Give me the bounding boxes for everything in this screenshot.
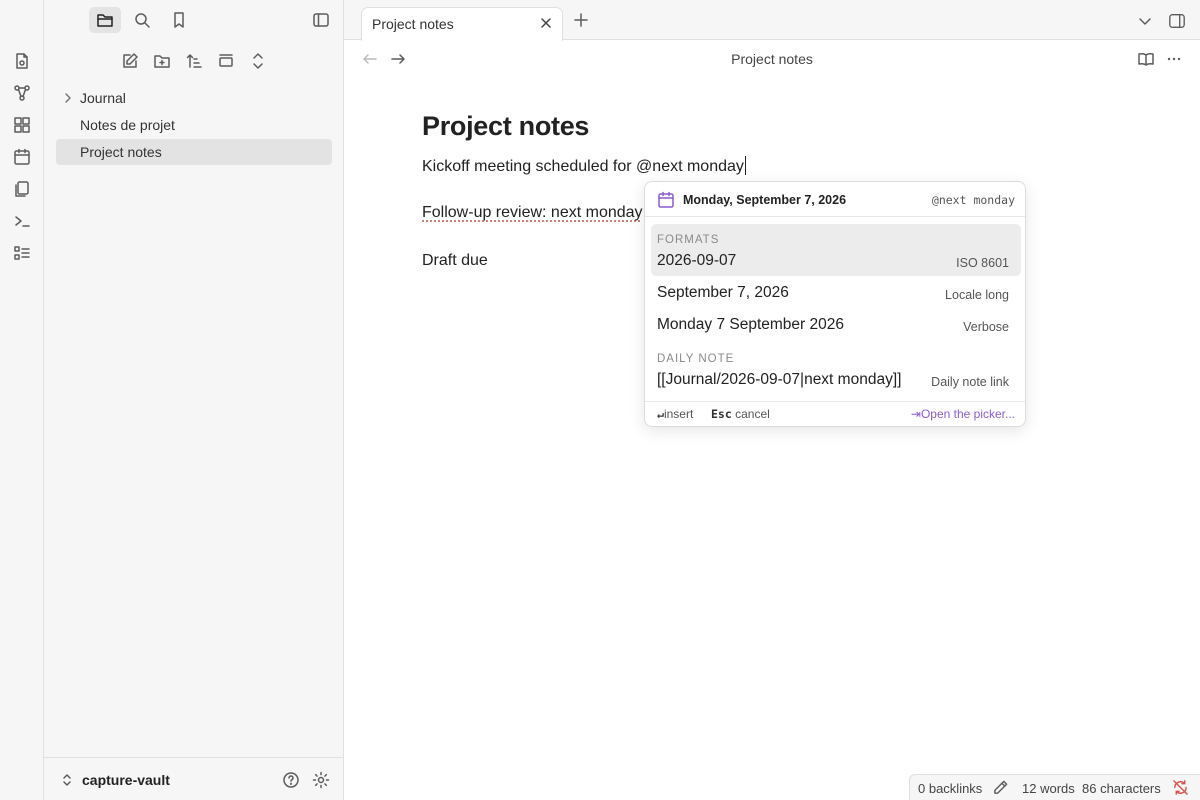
- typed-query: @next monday: [931, 193, 1015, 207]
- tab-title: Project notes: [372, 16, 454, 32]
- suggestion-option-verbose[interactable]: Monday 7 September 2026 Verbose: [651, 310, 1021, 340]
- character-count: 86 characters: [1082, 781, 1161, 796]
- sidebar-tab-header: [44, 0, 344, 40]
- editor-line-3[interactable]: Draft due: [422, 252, 488, 270]
- help-icon[interactable]: [281, 770, 301, 790]
- open-picker-label: Open the picker...: [920, 407, 1015, 421]
- settings-gear-icon[interactable]: [311, 770, 331, 790]
- expand-collapse-icon[interactable]: [248, 51, 268, 71]
- new-tab-plus-icon[interactable]: [572, 11, 590, 29]
- file-explorer-actions: [44, 49, 344, 73]
- left-sidebar: Journal Notes de projet Project notes ca…: [44, 0, 344, 800]
- tab-project-notes[interactable]: Project notes: [361, 7, 563, 41]
- search-icon[interactable]: [126, 7, 158, 33]
- editor-line-2-text: Follow-up review: next monday: [422, 204, 643, 221]
- editor-line-1[interactable]: Kickoff meeting scheduled for @next mond…: [422, 156, 746, 176]
- formats-heading: FORMATS: [657, 234, 720, 246]
- tree-item-label: Project notes: [80, 144, 162, 160]
- suggestion-option-locale-long[interactable]: September 7, 2026 Locale long: [651, 278, 1021, 308]
- option-label: Daily note link: [931, 375, 1009, 389]
- option-value: 2026-09-07: [657, 252, 737, 269]
- sidebar-footer: capture-vault: [44, 757, 344, 800]
- tab-key: ⇥: [910, 407, 921, 421]
- view-title[interactable]: Project notes: [344, 51, 1200, 67]
- suggestion-header: Monday, September 7, 2026 @next monday: [645, 182, 1025, 217]
- sort-icon[interactable]: [184, 51, 204, 71]
- graph-view-icon[interactable]: [12, 83, 32, 103]
- chevron-up-down-icon: [63, 774, 71, 786]
- option-value: September 7, 2026: [657, 284, 789, 301]
- option-label: ISO 8601: [956, 256, 1009, 270]
- view-header: Project notes: [344, 41, 1200, 77]
- file-tree: Journal Notes de projet Project notes: [56, 85, 332, 166]
- status-bar: 0 backlinks 12 words 86 characters: [909, 774, 1200, 800]
- bookmark-icon[interactable]: [163, 7, 195, 33]
- open-picker-link[interactable]: ⇥Open the picker...: [911, 407, 1015, 421]
- terminal-icon[interactable]: [12, 211, 32, 231]
- tree-item-label: Notes de projet: [80, 117, 175, 133]
- text-caret: [744, 156, 746, 175]
- option-value: Monday 7 September 2026: [657, 316, 844, 333]
- insert-hint: ↵insert: [657, 407, 693, 421]
- tree-file-notes-de-projet[interactable]: Notes de projet: [56, 112, 332, 138]
- tree-item-label: Journal: [80, 90, 126, 106]
- collapse-sidebar-icon[interactable]: [305, 7, 337, 33]
- editor-line-2[interactable]: Follow-up review: next monday: [422, 204, 643, 222]
- open-quick-switcher-icon[interactable]: [12, 51, 32, 71]
- suggestion-option-iso[interactable]: FORMATS 2026-09-07 ISO 8601: [651, 224, 1021, 276]
- tab-bar: Project notes: [344, 0, 1200, 41]
- note-editor[interactable]: Project notes Kickoff meeting scheduled …: [422, 100, 1122, 269]
- cancel-label: cancel: [735, 407, 770, 421]
- note-title[interactable]: Project notes: [422, 100, 1122, 152]
- sync-disabled-icon[interactable]: [1172, 779, 1189, 796]
- edit-pencil-icon[interactable]: [992, 779, 1009, 796]
- tree-file-project-notes[interactable]: Project notes: [56, 139, 332, 165]
- cancel-hint: Esc cancel: [711, 407, 770, 421]
- more-options-icon[interactable]: [1165, 50, 1183, 68]
- option-value: [[Journal/2026-09-07|next monday]]: [657, 371, 902, 388]
- date-suggestion-popup: Monday, September 7, 2026 @next monday F…: [644, 181, 1026, 427]
- tasks-list-icon[interactable]: [12, 243, 32, 263]
- editor-line-3-text: Draft due: [422, 252, 488, 269]
- suggestion-footer: ↵insert Esc cancel ⇥Open the picker...: [645, 401, 1025, 426]
- tree-folder-journal[interactable]: Journal: [56, 85, 332, 111]
- esc-key: Esc: [711, 407, 732, 421]
- tab-list-chevron-down-icon[interactable]: [1136, 12, 1154, 30]
- auto-reveal-icon[interactable]: [216, 51, 236, 71]
- calendar-icon: [658, 191, 674, 208]
- toggle-right-sidebar-icon[interactable]: [1167, 11, 1187, 31]
- daily-note-heading: DAILY NOTE: [657, 353, 735, 365]
- files-tab-folder-icon[interactable]: [89, 7, 121, 33]
- option-label: Locale long: [945, 288, 1009, 302]
- new-note-icon[interactable]: [120, 51, 140, 71]
- chevron-right-icon: [65, 93, 71, 103]
- word-count: 12 words: [1022, 781, 1075, 796]
- suggestion-option-daily-note[interactable]: DAILY NOTE [[Journal/2026-09-07|next mon…: [651, 346, 1021, 394]
- calendar-icon[interactable]: [12, 147, 32, 167]
- option-label: Verbose: [963, 320, 1009, 334]
- vault-switcher[interactable]: capture-vault: [60, 771, 170, 789]
- vault-name: capture-vault: [82, 772, 170, 788]
- resolved-date: Monday, September 7, 2026: [683, 193, 847, 207]
- backlinks-count[interactable]: 0 backlinks: [918, 781, 982, 796]
- insert-label: insert: [663, 407, 694, 421]
- templates-icon[interactable]: [12, 179, 32, 199]
- editor-line-1-text: Kickoff meeting scheduled for @next mond…: [422, 158, 744, 175]
- ribbon: [0, 0, 44, 800]
- canvas-icon[interactable]: [12, 115, 32, 135]
- new-folder-icon[interactable]: [152, 51, 172, 71]
- enter-key: ↵: [657, 407, 664, 421]
- reading-view-book-icon[interactable]: [1137, 50, 1155, 68]
- close-tab-icon[interactable]: [538, 15, 554, 31]
